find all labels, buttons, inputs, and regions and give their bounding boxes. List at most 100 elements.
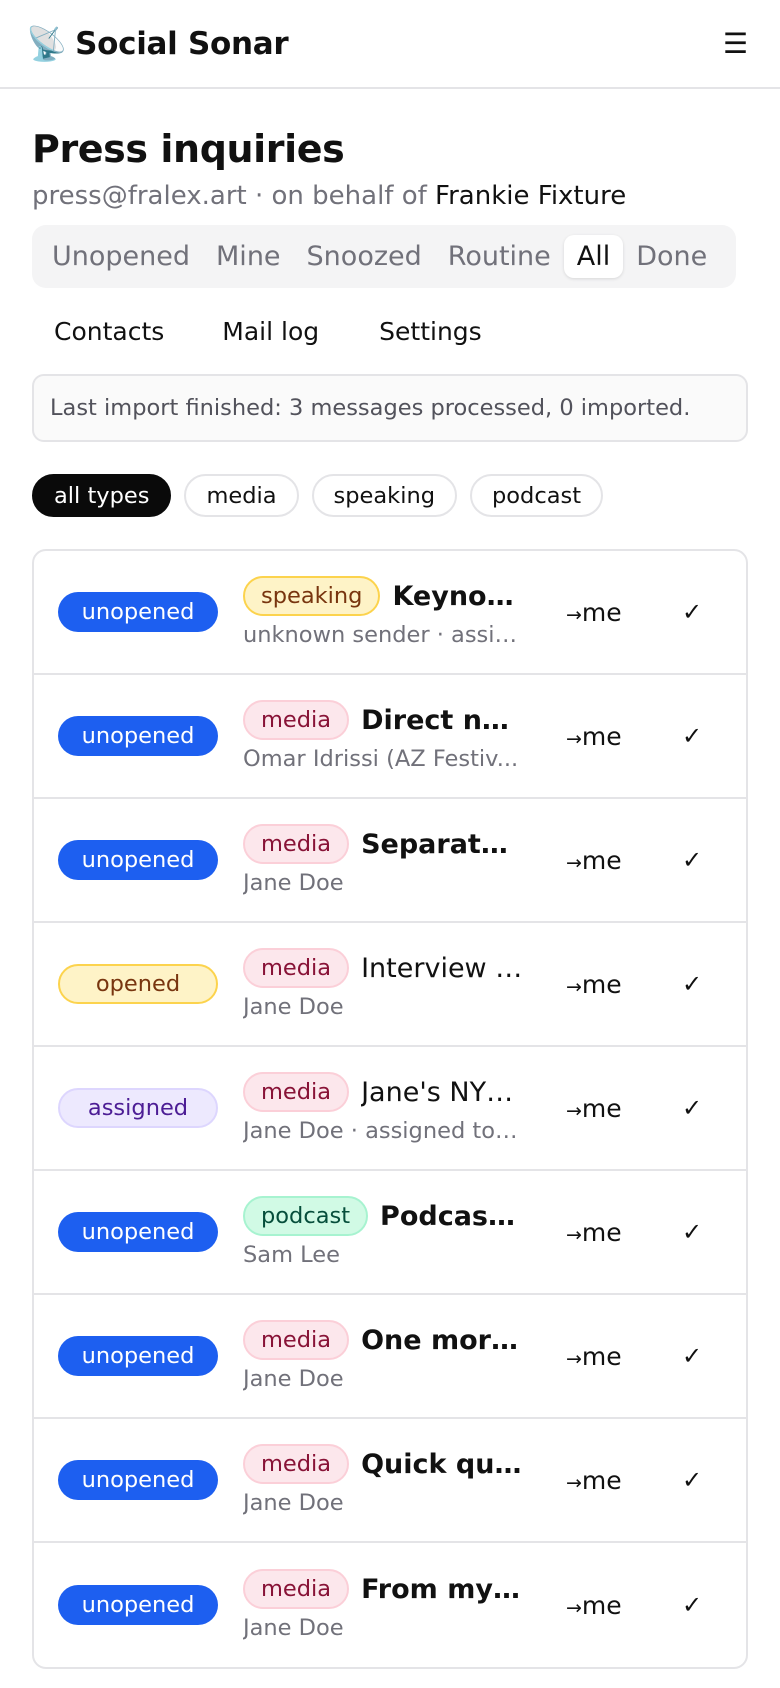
assign-label: me <box>581 1093 622 1123</box>
brand[interactable]: 📡 Social Sonar <box>26 24 289 63</box>
inquiry-list: unopened speaking Keynote... unknown sender… <box>32 549 748 1669</box>
arrow-right-icon: → <box>566 1099 582 1122</box>
hamburger-menu-icon[interactable]: ☰ <box>723 29 748 58</box>
inquiry-summary[interactable]: media One more ... Jane Doe <box>243 1320 523 1392</box>
inquiry-summary[interactable]: media Separate ... Jane Doe <box>243 824 523 896</box>
main-content: Press inquiries press@fralex.art · on be… <box>0 127 780 1669</box>
filter-chip-podcast[interactable]: podcast <box>470 474 604 517</box>
arrow-right-icon: → <box>566 975 582 998</box>
tab-mine[interactable]: Mine <box>203 235 294 278</box>
inbox-address: press@fralex.art · on behalf of <box>32 181 436 211</box>
mark-done-check-icon[interactable]: ✓ <box>682 1342 702 1370</box>
inquiry-sender: Sam Lee <box>243 1242 340 1268</box>
inquiry-row[interactable]: unopened podcast Podcast ... Sam Lee →me ✓ <box>34 1171 746 1295</box>
filter-chip-speaking[interactable]: speaking <box>311 474 457 517</box>
mark-done-check-icon[interactable]: ✓ <box>682 970 702 998</box>
assign-to-me-button[interactable]: →me <box>566 846 622 875</box>
assign-label: me <box>581 1590 622 1620</box>
tab-all[interactable]: All <box>563 235 624 278</box>
app-name: Social Sonar <box>75 25 289 62</box>
inquiry-summary[interactable]: media Quick que... Jane Doe <box>243 1444 523 1516</box>
status-badge[interactable]: unopened <box>58 840 218 880</box>
type-tag: media <box>243 1569 350 1609</box>
tab-routine[interactable]: Routine <box>435 235 564 278</box>
mark-done-check-icon[interactable]: ✓ <box>682 846 702 874</box>
top-bar: 📡 Social Sonar ☰ <box>0 0 780 89</box>
status-badge[interactable]: unopened <box>58 716 218 756</box>
assign-label: me <box>581 1217 622 1247</box>
assign-label: me <box>581 969 622 999</box>
mark-done-check-icon[interactable]: ✓ <box>682 1466 702 1494</box>
inquiry-sender: Jane Doe <box>243 1615 344 1641</box>
assign-to-me-button[interactable]: →me <box>566 1094 622 1123</box>
type-filters: all types media speaking podcast <box>32 474 748 517</box>
status-badge[interactable]: unopened <box>58 592 218 632</box>
mark-done-check-icon[interactable]: ✓ <box>682 722 702 750</box>
inquiry-row[interactable]: unopened media Separate ... Jane Doe →me ✓ <box>34 799 746 923</box>
assign-to-me-button[interactable]: →me <box>566 1342 622 1371</box>
nav-contacts[interactable]: Contacts <box>32 317 186 346</box>
inquiry-row[interactable]: unopened media Direct note Omar Idrissi (AZ… <box>34 675 746 799</box>
tab-done[interactable]: Done <box>623 235 720 278</box>
assign-to-me-button[interactable]: →me <box>566 598 622 627</box>
status-badge[interactable]: opened <box>58 964 218 1004</box>
inquiry-sender: Jane Doe <box>243 1366 344 1392</box>
arrow-right-icon: → <box>566 1596 582 1619</box>
assign-to-me-button[interactable]: →me <box>566 1218 622 1247</box>
inquiry-row[interactable]: assigned media Jane's NYT... Jane Doe · ass… <box>34 1047 746 1171</box>
satellite-dish-icon: 📡 <box>26 24 68 63</box>
status-badge[interactable]: assigned <box>58 1088 218 1128</box>
assign-to-me-button[interactable]: →me <box>566 1466 622 1495</box>
tab-snoozed[interactable]: Snoozed <box>294 235 435 278</box>
arrow-right-icon: → <box>566 1223 582 1246</box>
assign-to-me-button[interactable]: →me <box>566 970 622 999</box>
inquiry-subject: Quick que... <box>361 1448 523 1480</box>
inquiry-subject: Podcast ... <box>380 1200 523 1232</box>
owner-name: Frankie Fixture <box>435 181 627 211</box>
inquiry-row[interactable]: unopened speaking Keynote... unknown sender… <box>34 551 746 675</box>
inquiry-sender: Jane Doe <box>243 870 344 896</box>
mark-done-check-icon[interactable]: ✓ <box>682 1218 702 1246</box>
status-badge[interactable]: unopened <box>58 1585 218 1625</box>
arrow-right-icon: → <box>566 1471 582 1494</box>
status-badge[interactable]: unopened <box>58 1212 218 1252</box>
tab-unopened[interactable]: Unopened <box>39 235 203 278</box>
inquiry-sender: Jane Doe · assigned to ... <box>243 1118 523 1144</box>
type-tag: media <box>243 948 350 988</box>
assign-to-me-button[interactable]: →me <box>566 722 622 751</box>
filter-chip-all-types[interactable]: all types <box>32 474 172 517</box>
assign-label: me <box>581 1465 622 1495</box>
import-notice: Last import finished: 3 messages process… <box>32 374 748 442</box>
filter-chip-media[interactable]: media <box>184 474 299 517</box>
inquiry-subject: From my n... <box>361 1573 523 1605</box>
inquiry-summary[interactable]: media From my n... Jane Doe <box>243 1569 523 1641</box>
status-badge[interactable]: unopened <box>58 1460 218 1500</box>
inquiry-subject: Separate ... <box>361 828 523 860</box>
inquiry-sender: Jane Doe <box>243 994 344 1020</box>
type-tag: media <box>243 1072 350 1112</box>
inquiry-summary[interactable]: media Interview r... Jane Doe <box>243 948 523 1020</box>
type-tag: media <box>243 1444 350 1484</box>
mark-done-check-icon[interactable]: ✓ <box>682 598 702 626</box>
mark-done-check-icon[interactable]: ✓ <box>682 1591 702 1619</box>
type-tag: podcast <box>243 1196 369 1236</box>
assign-to-me-button[interactable]: →me <box>566 1591 622 1620</box>
assign-label: me <box>581 1341 622 1371</box>
assign-label: me <box>581 597 622 627</box>
nav-mail-log[interactable]: Mail log <box>200 317 341 346</box>
assign-label: me <box>581 845 622 875</box>
inquiry-row[interactable]: unopened media From my n... Jane Doe →me ✓ <box>34 1543 746 1667</box>
inquiry-subject: Interview r... <box>361 952 523 984</box>
inquiry-summary[interactable]: media Direct note Omar Idrissi (AZ Festiv.… <box>243 700 523 772</box>
inquiry-row[interactable]: unopened media Quick que... Jane Doe →me ✓ <box>34 1419 746 1543</box>
inquiry-summary[interactable]: speaking Keynote... unknown sender · assig… <box>243 576 523 648</box>
mark-done-check-icon[interactable]: ✓ <box>682 1094 702 1122</box>
status-badge[interactable]: unopened <box>58 1336 218 1376</box>
inbox-subtitle: press@fralex.art · on behalf of Frankie … <box>32 181 748 211</box>
inquiry-row[interactable]: opened media Interview r... Jane Doe →me ✓ <box>34 923 746 1047</box>
inquiry-subject: Keynote... <box>392 580 523 612</box>
inquiry-summary[interactable]: media Jane's NYT... Jane Doe · assigned to… <box>243 1072 523 1144</box>
inquiry-row[interactable]: unopened media One more ... Jane Doe →me ✓ <box>34 1295 746 1419</box>
nav-settings[interactable]: Settings <box>357 317 504 346</box>
inquiry-summary[interactable]: podcast Podcast ... Sam Lee <box>243 1196 523 1268</box>
